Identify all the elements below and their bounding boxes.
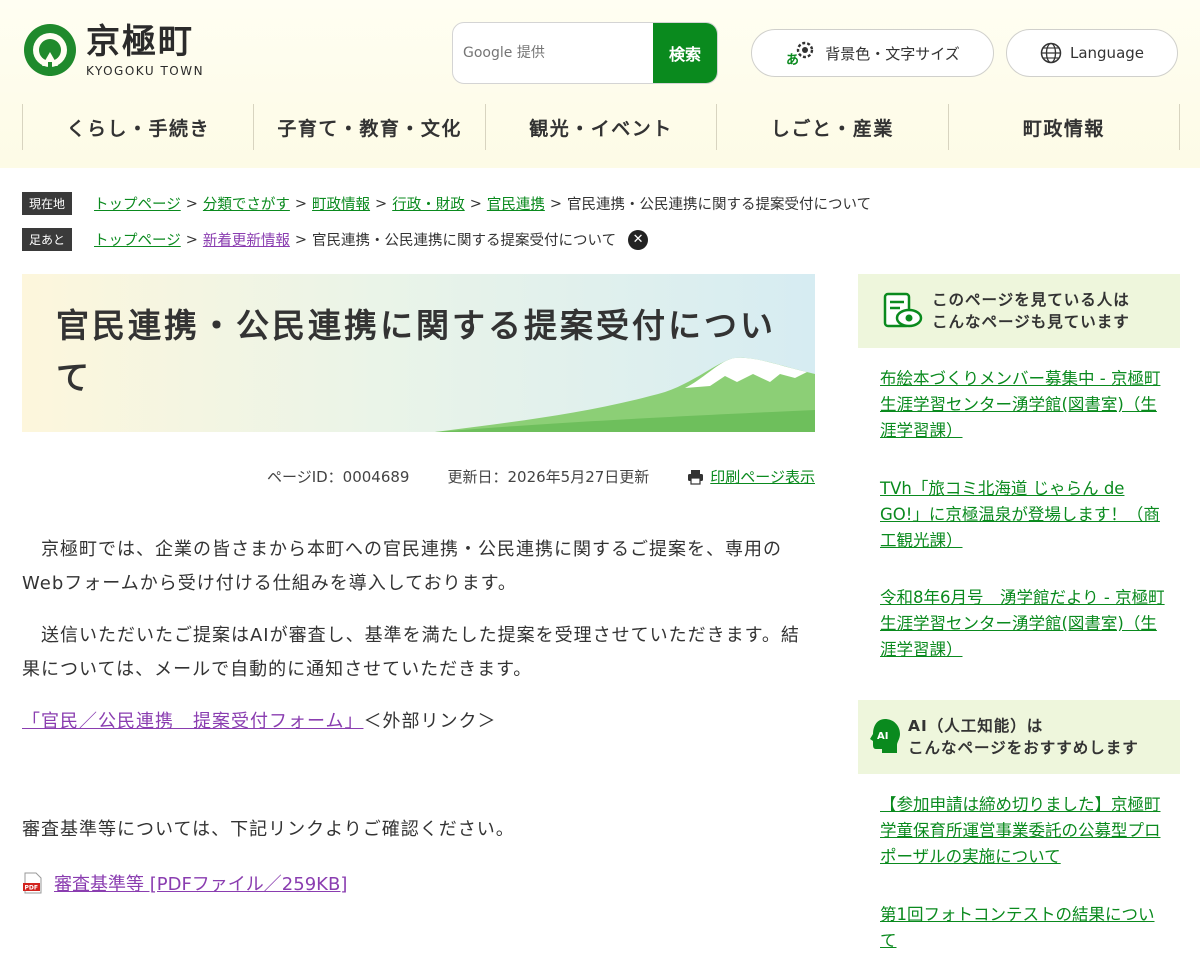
updated-date: 更新日：2026年5月27日更新 <box>447 468 650 486</box>
viewed-page-link[interactable]: 令和8年6月号 湧学館だより - 京極町生涯学習センター湧学館(図書室)（生涯学… <box>880 585 1170 663</box>
print-link[interactable]: 印刷ページ表示 <box>710 466 815 487</box>
history-link[interactable]: トップページ <box>94 229 181 250</box>
gnav-item-education[interactable]: 子育て・教育・文化 <box>253 104 484 150</box>
gnav-item-business[interactable]: しごと・産業 <box>716 104 947 150</box>
accessibility-button[interactable]: あ 背景色・文字サイズ <box>751 29 994 77</box>
history-tag: 足あと <box>22 228 73 251</box>
breadcrumb-link[interactable]: トップページ <box>94 193 181 214</box>
viewed-page-link[interactable]: 布絵本づくりメンバー募集中 - 京極町生涯学習センター湧学館(図書室)（生涯学習… <box>880 366 1170 444</box>
breadcrumb-tag: 現在地 <box>22 192 73 215</box>
mountain-illustration <box>435 357 815 432</box>
ai-recommended-link[interactable]: 【参加申請は締め切りました】京極町学童保育所運営事業委託の公募型プロポーザルの実… <box>880 792 1170 870</box>
external-link-note: ＜外部リンク＞ <box>363 711 497 732</box>
criteria-pdf-link[interactable]: 審査基準等 [PDFファイル／259KB] <box>54 870 347 896</box>
intro-paragraph: 京極町では、企業の皆さまから本町への官民連携・公民連携に関するご提案を、専用のW… <box>22 539 782 594</box>
page-meta: ページID：0004689 更新日：2026年5月27日更新 印刷ページ表示 <box>22 466 815 487</box>
breadcrumb-link[interactable]: 分類でさがす <box>203 193 290 214</box>
site-search: 検索 <box>452 22 718 84</box>
accessibility-label: 背景色・文字サイズ <box>825 44 960 63</box>
svg-text:あ: あ <box>786 53 799 66</box>
site-header: 京極町 KYOGOKU TOWN 検索 あ 背景色・文字サイズ <box>0 0 1200 168</box>
language-button[interactable]: Language <box>1006 29 1178 77</box>
title-banner: 官民連携・公民連携に関する提案受付について <box>22 274 815 432</box>
breadcrumb-link[interactable]: 官民連携 <box>487 193 545 214</box>
ai-heading-line1: AI（人工知能）は <box>908 717 1044 735</box>
svg-text:PDF: PDF <box>25 885 38 892</box>
globe-icon <box>1040 42 1062 64</box>
form-link-row: 「官民／公民連携 提案受付フォーム」＜外部リンク＞ <box>22 705 817 739</box>
gnav-item-government[interactable]: 町政情報 <box>947 104 1181 150</box>
pdf-link-row: PDF 審査基準等 [PDFファイル／259KB] <box>22 870 347 896</box>
town-emblem-icon <box>24 24 76 76</box>
text-settings-icon: あ <box>785 40 817 66</box>
page-id: ページID：0004689 <box>267 468 410 486</box>
global-nav: くらし・手続き 子育て・教育・文化 観光・イベント しごと・産業 町政情報 <box>22 104 1181 150</box>
viewed-heading-line2: こんなページも見ています <box>932 313 1130 331</box>
breadcrumb-link[interactable]: 町政情報 <box>312 193 370 214</box>
ai-recommend-heading: AI AI（人工知能）は こんなページをおすすめします <box>858 700 1180 774</box>
proposal-form-link[interactable]: 「官民／公民連携 提案受付フォーム」 <box>22 711 363 732</box>
close-icon[interactable]: ✕ <box>628 229 649 250</box>
breadcrumb: 現在地 トップページ > 分類でさがす > 町政情報 > 行政・財政 > 官民連携 > 官… <box>22 192 1182 215</box>
gnav-item-tourism[interactable]: 観光・イベント <box>484 104 716 150</box>
criteria-paragraph: 審査基準等については、下記リンクよりご確認ください。 <box>22 819 515 840</box>
ai-head-icon: AI <box>870 719 900 753</box>
pdf-icon: PDF <box>23 872 42 894</box>
search-button[interactable]: 検索 <box>653 23 717 83</box>
viewed-page-link[interactable]: TVh「旅コミ北海道 じゃらん de GO!」に京極温泉が登場します！（商工観光… <box>880 476 1170 554</box>
search-input[interactable] <box>453 23 653 83</box>
print-button[interactable]: 印刷ページ表示 <box>687 466 815 487</box>
history-trail: 足あと トップページ > 新着更新情報 > 官民連携・公民連携に関する提案受付につい… <box>22 228 1182 251</box>
gnav-item-living[interactable]: くらし・手続き <box>22 104 253 150</box>
ai-review-paragraph: 送信いただいたご提案はAIが審査し、基準を満たした提案を受理させていただきます。… <box>22 625 800 680</box>
logo-sub: KYOGOKU TOWN <box>86 64 205 78</box>
history-current: 官民連携・公民連携に関する提案受付について <box>312 233 617 249</box>
language-label: Language <box>1069 44 1145 62</box>
ai-recommended-link[interactable]: 第1回フォトコンテストの結果について <box>880 902 1170 954</box>
viewed-pages-heading: このページを見ている人は こんなページも見ています <box>858 274 1180 348</box>
logo-name: 京極町 <box>86 22 194 62</box>
ai-badge-text: AI <box>877 731 888 742</box>
ai-heading-line2: こんなページをおすすめします <box>908 739 1139 757</box>
history-link[interactable]: 新着更新情報 <box>203 229 290 250</box>
breadcrumb-current: 官民連携・公民連携に関する提案受付について <box>567 197 872 213</box>
document-eye-icon <box>883 292 923 328</box>
site-logo[interactable]: 京極町 KYOGOKU TOWN <box>22 22 204 78</box>
breadcrumb-link[interactable]: 行政・財政 <box>392 193 465 214</box>
printer-icon <box>688 469 704 485</box>
viewed-heading-line1: このページを見ている人は <box>932 291 1130 309</box>
